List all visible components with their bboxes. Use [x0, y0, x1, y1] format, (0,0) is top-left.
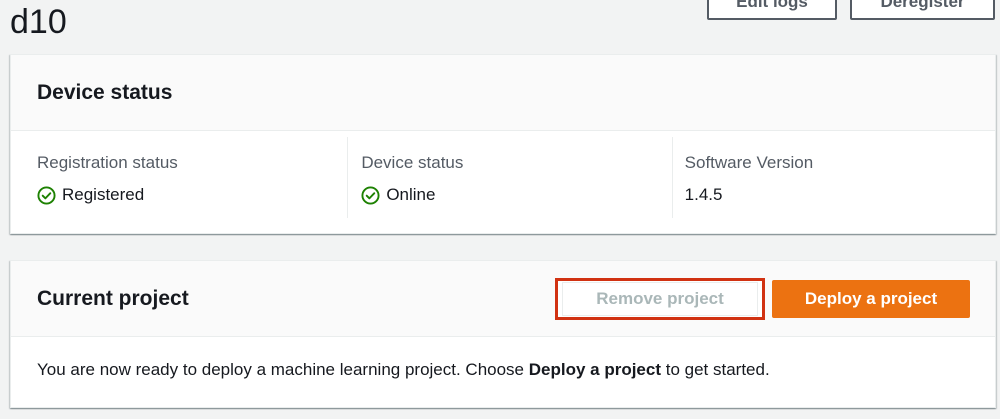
- software-version-column: Software Version 1.4.5: [671, 131, 995, 234]
- registration-status-text: Registered: [62, 185, 145, 204]
- deploy-project-button[interactable]: Deploy a project: [772, 280, 970, 318]
- device-detail-page: d10 Edit logs Deregister Device status R…: [0, 0, 1000, 419]
- software-version-label: Software Version: [684, 153, 814, 172]
- current-project-card-header: Current project Remove project Deploy a …: [11, 261, 995, 337]
- project-actions: Remove project Deploy a project: [555, 278, 970, 320]
- device-status-body: Registration status Registered Device st…: [11, 131, 995, 234]
- remove-project-button[interactable]: Remove project: [562, 282, 758, 316]
- software-version-value: 1.4.5: [684, 185, 723, 204]
- check-circle-icon: [37, 185, 56, 205]
- current-project-title: Current project: [37, 286, 189, 310]
- device-status-column: Device status Online: [347, 131, 671, 234]
- device-status-card-header: Device status: [11, 55, 995, 131]
- message-bold-link-text: Deploy a project: [528, 360, 662, 379]
- device-status-label: Device status: [361, 153, 464, 172]
- registration-status-value: Registered: [37, 185, 347, 205]
- device-status-value: Online: [361, 185, 671, 205]
- registration-status-column: Registration status Registered: [11, 131, 347, 234]
- page-title: d10: [10, 3, 67, 41]
- message-prefix: You are now ready to deploy a machine le…: [37, 360, 529, 379]
- edit-logs-button[interactable]: Edit logs: [707, 0, 837, 20]
- message-suffix: to get started.: [661, 360, 770, 379]
- current-project-card: Current project Remove project Deploy a …: [10, 260, 996, 408]
- device-status-title: Device status: [37, 80, 173, 104]
- remove-project-highlight: Remove project: [555, 278, 765, 320]
- device-status-card: Device status Registration status Regist…: [10, 54, 996, 234]
- registration-status-label: Registration status: [37, 153, 178, 172]
- current-project-message: You are now ready to deploy a machine le…: [11, 337, 995, 381]
- check-circle-icon: [361, 185, 380, 205]
- device-status-text: Online: [386, 185, 436, 204]
- deregister-button[interactable]: Deregister: [850, 0, 995, 20]
